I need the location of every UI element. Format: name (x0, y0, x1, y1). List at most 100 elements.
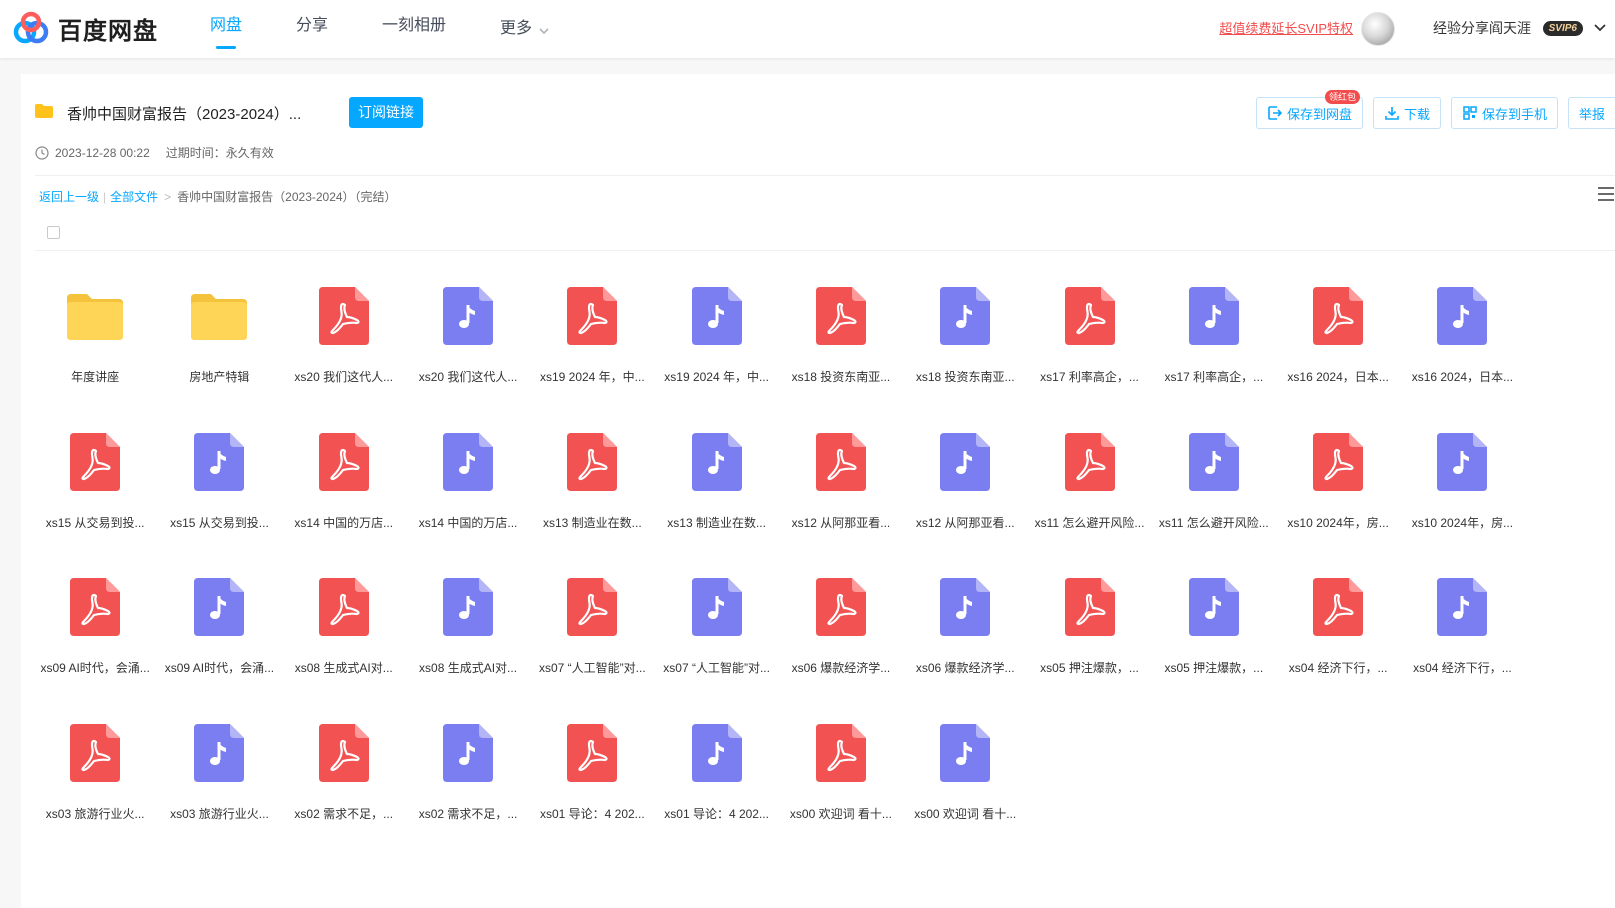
file-tile[interactable]: xs07 “人工智能”对... (530, 569, 654, 715)
report-button[interactable]: 举报 (1567, 97, 1615, 129)
file-name[interactable]: 年度讲座 (39, 368, 151, 385)
file-name[interactable]: xs19 2024 年，中... (661, 368, 773, 385)
file-tile[interactable]: xs03 旅游行业火... (33, 715, 157, 861)
file-tile[interactable]: 年度讲座 (33, 278, 157, 424)
file-name[interactable]: xs07 “人工智能”对... (536, 659, 648, 676)
file-tile[interactable]: xs13 制造业在数... (654, 424, 778, 570)
download-button[interactable]: 下载 (1372, 97, 1441, 129)
file-tile[interactable]: xs19 2024 年，中... (530, 278, 654, 424)
subscribe-link-button[interactable]: 订阅链接 (349, 97, 423, 128)
file-tile[interactable]: xs09 AI时代，会涌... (157, 569, 281, 715)
select-all-checkbox[interactable] (47, 226, 60, 239)
file-tile[interactable]: xs17 利率高企，... (1027, 278, 1151, 424)
user-name[interactable]: 经验分享阎天涯 (1433, 18, 1531, 38)
file-name[interactable]: xs02 需求不足，... (412, 805, 524, 822)
file-name[interactable]: xs17 利率高企，... (1034, 368, 1146, 385)
file-name[interactable]: xs13 制造业在数... (661, 514, 773, 531)
file-name[interactable]: xs00 欢迎词 看十... (909, 805, 1021, 822)
nav-netdisk[interactable]: 网盘 (210, 0, 242, 58)
file-tile[interactable]: xs04 经济下行，... (1400, 569, 1524, 715)
file-name[interactable]: xs18 投资东南亚... (909, 368, 1021, 385)
file-name[interactable]: xs15 从交易到投... (39, 514, 151, 531)
file-tile[interactable]: xs14 中国的万店... (282, 424, 406, 570)
file-name[interactable]: xs09 AI时代，会涌... (39, 659, 151, 676)
breadcrumb-all-files-link[interactable]: 全部文件 (110, 188, 158, 205)
file-name[interactable]: xs08 生成式AI对... (412, 659, 524, 676)
file-name[interactable]: xs16 2024，日本... (1282, 368, 1394, 385)
file-name[interactable]: xs11 怎么避开风险... (1158, 514, 1270, 531)
file-tile[interactable]: xs18 投资东南亚... (779, 278, 903, 424)
file-tile[interactable]: xs06 爆款经济学... (903, 569, 1027, 715)
file-name[interactable]: xs05 押注爆款，... (1158, 659, 1270, 676)
file-tile[interactable]: xs00 欢迎词 看十... (779, 715, 903, 861)
file-name[interactable]: xs02 需求不足，... (288, 805, 400, 822)
file-tile[interactable]: xs10 2024年，房... (1276, 424, 1400, 570)
file-tile[interactable]: xs18 投资东南亚... (903, 278, 1027, 424)
file-tile[interactable]: xs12 从阿那亚看... (779, 424, 903, 570)
file-tile[interactable]: xs06 爆款经济学... (779, 569, 903, 715)
avatar[interactable] (1361, 12, 1395, 46)
file-name[interactable]: xs13 制造业在数... (536, 514, 648, 531)
file-name[interactable]: xs14 中国的万店... (288, 514, 400, 531)
file-name[interactable]: xs05 押注爆款，... (1034, 659, 1146, 676)
file-name[interactable]: xs04 经济下行，... (1282, 659, 1394, 676)
file-name[interactable]: xs10 2024年，房... (1282, 514, 1394, 531)
file-tile[interactable]: xs13 制造业在数... (530, 424, 654, 570)
file-name[interactable]: xs14 中国的万店... (412, 514, 524, 531)
file-name[interactable]: xs04 经济下行，... (1406, 659, 1518, 676)
file-tile[interactable]: xs01 导论：4 202... (530, 715, 654, 861)
file-name[interactable]: xs20 我们这代人... (288, 368, 400, 385)
file-tile[interactable]: xs16 2024，日本... (1400, 278, 1524, 424)
svip-renew-link[interactable]: 超值续费延长SVIP特权 (1219, 18, 1353, 37)
list-view-icon[interactable] (1597, 186, 1615, 202)
file-name[interactable]: xs20 我们这代人... (412, 368, 524, 385)
file-tile[interactable]: xs10 2024年，房... (1400, 424, 1524, 570)
logo[interactable]: 百度网盘 (12, 10, 158, 46)
file-tile[interactable]: xs07 “人工智能”对... (654, 569, 778, 715)
file-tile[interactable]: xs03 旅游行业火... (157, 715, 281, 861)
file-name[interactable]: xs03 旅游行业火... (163, 805, 275, 822)
file-name[interactable]: xs06 爆款经济学... (785, 659, 897, 676)
file-tile[interactable]: xs08 生成式AI对... (282, 569, 406, 715)
file-name[interactable]: xs06 爆款经济学... (909, 659, 1021, 676)
file-tile[interactable]: xs12 从阿那亚看... (903, 424, 1027, 570)
file-tile[interactable]: xs17 利率高企，... (1152, 278, 1276, 424)
file-name[interactable]: xs12 从阿那亚看... (909, 514, 1021, 531)
file-tile[interactable]: xs09 AI时代，会涌... (33, 569, 157, 715)
file-tile[interactable]: xs11 怎么避开风险... (1152, 424, 1276, 570)
file-name[interactable]: xs16 2024，日本... (1406, 368, 1518, 385)
file-tile[interactable]: xs05 押注爆款，... (1027, 569, 1151, 715)
file-name[interactable]: xs12 从阿那亚看... (785, 514, 897, 531)
file-name[interactable]: xs08 生成式AI对... (288, 659, 400, 676)
save-to-phone-button[interactable]: 保存到手机 (1450, 97, 1558, 129)
file-tile[interactable]: xs02 需求不足，... (406, 715, 530, 861)
file-tile[interactable]: xs01 导论：4 202... (654, 715, 778, 861)
file-name[interactable]: xs01 导论：4 202... (536, 805, 648, 822)
user-menu-chevron-icon[interactable] (1593, 20, 1607, 34)
nav-album[interactable]: 一刻相册 (382, 0, 446, 58)
file-name[interactable]: xs11 怎么避开风险... (1034, 514, 1146, 531)
file-name[interactable]: 房地产特辑 (163, 368, 275, 385)
nav-more[interactable]: 更多 (500, 0, 550, 58)
save-to-netdisk-button[interactable]: 保存到网盘 领红包 (1255, 90, 1363, 129)
file-tile[interactable]: xs20 我们这代人... (406, 278, 530, 424)
file-tile[interactable]: xs08 生成式AI对... (406, 569, 530, 715)
file-tile[interactable]: xs20 我们这代人... (282, 278, 406, 424)
nav-share[interactable]: 分享 (296, 0, 328, 58)
file-tile[interactable]: xs02 需求不足，... (282, 715, 406, 861)
file-tile[interactable]: xs19 2024 年，中... (654, 278, 778, 424)
file-name[interactable]: xs15 从交易到投... (163, 514, 275, 531)
file-tile[interactable]: xs00 欢迎词 看十... (903, 715, 1027, 861)
file-name[interactable]: xs17 利率高企，... (1158, 368, 1270, 385)
file-name[interactable]: xs00 欢迎词 看十... (785, 805, 897, 822)
file-name[interactable]: xs01 导论：4 202... (661, 805, 773, 822)
file-tile[interactable]: xs16 2024，日本... (1276, 278, 1400, 424)
file-tile[interactable]: xs15 从交易到投... (33, 424, 157, 570)
breadcrumb-back-link[interactable]: 返回上一级 (39, 188, 99, 205)
file-name[interactable]: xs10 2024年，房... (1406, 514, 1518, 531)
file-name[interactable]: xs03 旅游行业火... (39, 805, 151, 822)
file-tile[interactable]: xs14 中国的万店... (406, 424, 530, 570)
file-name[interactable]: xs09 AI时代，会涌... (163, 659, 275, 676)
file-name[interactable]: xs19 2024 年，中... (536, 368, 648, 385)
file-tile[interactable]: xs04 经济下行，... (1276, 569, 1400, 715)
